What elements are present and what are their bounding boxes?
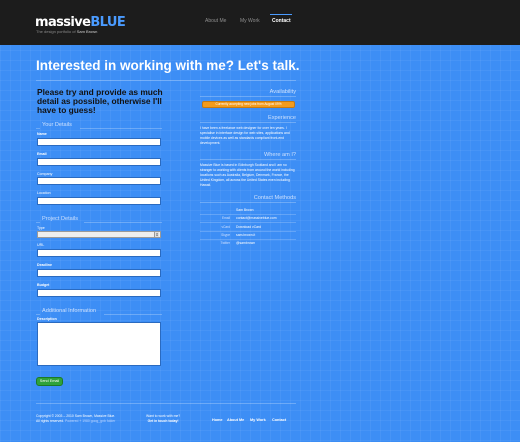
footer-cta: Want to work with me? Get in touch today… bbox=[146, 414, 180, 424]
tagline-prefix: The design portfolio of bbox=[36, 29, 76, 34]
footer-link-home[interactable]: Home bbox=[212, 418, 223, 422]
description-textarea[interactable] bbox=[37, 322, 161, 366]
name-label: Name bbox=[37, 132, 47, 136]
divider bbox=[200, 231, 296, 232]
cta-link[interactable]: Get in touch today! bbox=[146, 419, 180, 424]
deadline-label: Deadline bbox=[37, 263, 52, 267]
contact-key-skype: Skype bbox=[221, 233, 230, 237]
download-vcard-link[interactable]: Download vCard bbox=[236, 225, 261, 229]
email-label: Email bbox=[37, 152, 47, 156]
page-title: Interested in working with me? Let's tal… bbox=[36, 58, 300, 73]
divider bbox=[200, 96, 296, 97]
project-details-title: Project Details bbox=[42, 216, 79, 222]
deadline-input[interactable] bbox=[37, 269, 161, 277]
availability-button[interactable]: Currently accepting new jobs from August… bbox=[202, 101, 295, 108]
budget-label: Budget bbox=[37, 283, 50, 287]
budget-input[interactable] bbox=[37, 289, 161, 297]
contact-twitter-link[interactable]: @sambrown bbox=[236, 241, 255, 245]
nav-about-me[interactable]: About Me bbox=[205, 18, 226, 24]
experience-text: I have been a freelance web designer for… bbox=[200, 126, 290, 145]
contact-email-link[interactable]: contact@massiveblue.com bbox=[236, 216, 277, 220]
contact-skype-link[interactable]: sam.brown.it bbox=[236, 233, 255, 237]
site-logo[interactable]: massiveBLUE bbox=[35, 15, 126, 30]
where-text: Massive Blue is based in Edinburgh Scotl… bbox=[200, 163, 295, 187]
description-label: Description bbox=[37, 317, 57, 321]
footer-link-about-me[interactable]: About Me bbox=[227, 418, 244, 422]
divider bbox=[104, 314, 162, 315]
rights-text: All rights reserved. bbox=[36, 419, 65, 423]
availability-title: Availability bbox=[269, 89, 296, 95]
logo-text-massive: massive bbox=[35, 15, 91, 30]
send-email-button[interactable]: Send Email bbox=[36, 377, 63, 386]
contact-key-vcard: vCard bbox=[221, 225, 230, 229]
divider bbox=[200, 122, 296, 123]
type-label: Type bbox=[37, 226, 45, 230]
divider bbox=[200, 202, 296, 203]
contact-key-twitter: Twitter bbox=[220, 241, 230, 245]
divider bbox=[36, 314, 40, 315]
nav-my-work[interactable]: My Work bbox=[240, 18, 260, 24]
nav-contact[interactable]: Contact bbox=[272, 18, 291, 24]
divider bbox=[200, 239, 296, 240]
divider bbox=[200, 214, 296, 215]
email-input[interactable] bbox=[37, 158, 161, 166]
nav-active-indicator bbox=[270, 14, 292, 15]
url-input[interactable] bbox=[37, 249, 161, 257]
location-input[interactable] bbox=[37, 197, 161, 205]
form-intro: Please try and provide as much detail as… bbox=[37, 87, 163, 115]
rights-line: All rights reserved. Powered + 1980 goog… bbox=[36, 419, 115, 424]
divider bbox=[80, 128, 162, 129]
footer-divider bbox=[36, 403, 296, 404]
experience-title: Experience bbox=[268, 115, 296, 121]
name-input[interactable] bbox=[37, 138, 161, 146]
company-input[interactable] bbox=[37, 177, 161, 185]
location-label: Location bbox=[37, 191, 51, 195]
footer-link-contact[interactable]: Contact bbox=[272, 418, 286, 422]
your-details-title: Your Details bbox=[42, 122, 72, 128]
logo-text-blue: BLUE bbox=[90, 15, 126, 30]
contact-name: Sam Brown bbox=[236, 208, 254, 212]
contact-methods-title: Contact Methods bbox=[253, 195, 296, 201]
contact-key-email: Email bbox=[222, 216, 230, 220]
site-tagline: The design portfolio of Sam Brown bbox=[36, 29, 97, 34]
header-bar: massiveBLUE The design portfolio of Sam … bbox=[0, 0, 520, 45]
divider bbox=[36, 222, 40, 223]
footer-link-my-work[interactable]: My Work bbox=[250, 418, 266, 422]
powered-text: Powered + 1980 goog_gnb folder bbox=[65, 419, 116, 423]
divider bbox=[200, 222, 296, 223]
additional-info-title: Additional Information bbox=[42, 308, 97, 314]
divider bbox=[200, 159, 296, 160]
select-arrows-icon: ⇕ bbox=[154, 232, 159, 237]
divider bbox=[36, 80, 296, 81]
footer-copyright: Copyright © 2003 – 2010 Sam Brown, Massi… bbox=[36, 414, 115, 424]
tagline-name: Sam Brown bbox=[76, 29, 98, 34]
url-label: URL bbox=[37, 243, 45, 247]
where-title: Where am I? bbox=[263, 152, 296, 158]
divider bbox=[84, 222, 162, 223]
divider bbox=[36, 128, 40, 129]
type-select[interactable]: ⇕ bbox=[37, 231, 161, 238]
company-label: Company bbox=[37, 172, 53, 176]
